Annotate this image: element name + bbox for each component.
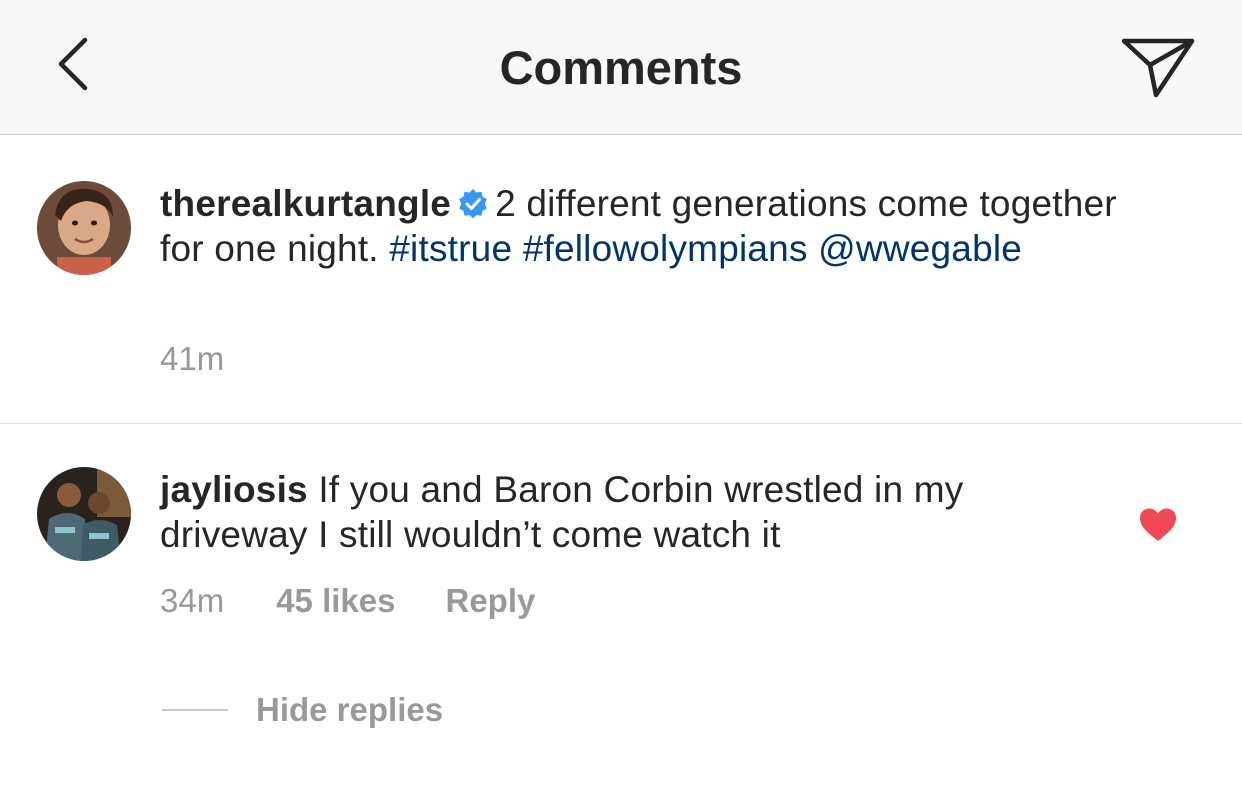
- avatar[interactable]: [37, 181, 131, 275]
- reply-button[interactable]: Reply: [445, 582, 535, 620]
- caption-username[interactable]: therealkurtangle: [160, 183, 451, 224]
- comment-meta: 34m 45 likes Reply: [160, 582, 535, 620]
- verified-badge-icon: [459, 189, 487, 219]
- page-title: Comments: [499, 41, 743, 94]
- direct-share-button[interactable]: [1112, 28, 1204, 108]
- hashtag-link[interactable]: #itstrue: [389, 228, 512, 269]
- post-caption: therealkurtangle 2 different generations …: [0, 136, 1242, 424]
- caption-meta: 41m: [160, 340, 224, 378]
- paper-plane-icon: [1121, 38, 1195, 98]
- comment-timestamp: 34m: [160, 582, 225, 619]
- back-button[interactable]: [40, 28, 110, 100]
- hide-replies-label: Hide replies: [256, 691, 444, 728]
- caption-avatar-image: [37, 181, 131, 275]
- comment-username[interactable]: jayliosis: [160, 469, 308, 510]
- top-nav-bar: Comments: [0, 0, 1242, 135]
- mention-link[interactable]: @wwegable: [818, 228, 1022, 269]
- likes-count[interactable]: 45 likes: [276, 582, 395, 620]
- comment-item: jayliosis If you and Baron Corbin wrestl…: [0, 425, 1242, 786]
- heart-icon[interactable]: [1138, 507, 1178, 543]
- comment-avatar-image: [37, 467, 131, 561]
- avatar[interactable]: [37, 467, 131, 561]
- comment-text: jayliosis If you and Baron Corbin wrestl…: [160, 467, 1120, 557]
- hashtag-link[interactable]: #fellowolympians: [523, 228, 808, 269]
- chevron-left-icon: [58, 37, 88, 91]
- divider-line: [162, 709, 228, 711]
- caption-timestamp: 41m: [160, 340, 225, 377]
- hide-replies-button[interactable]: Hide replies: [162, 691, 443, 729]
- caption-text: therealkurtangle 2 different generations …: [160, 181, 1120, 271]
